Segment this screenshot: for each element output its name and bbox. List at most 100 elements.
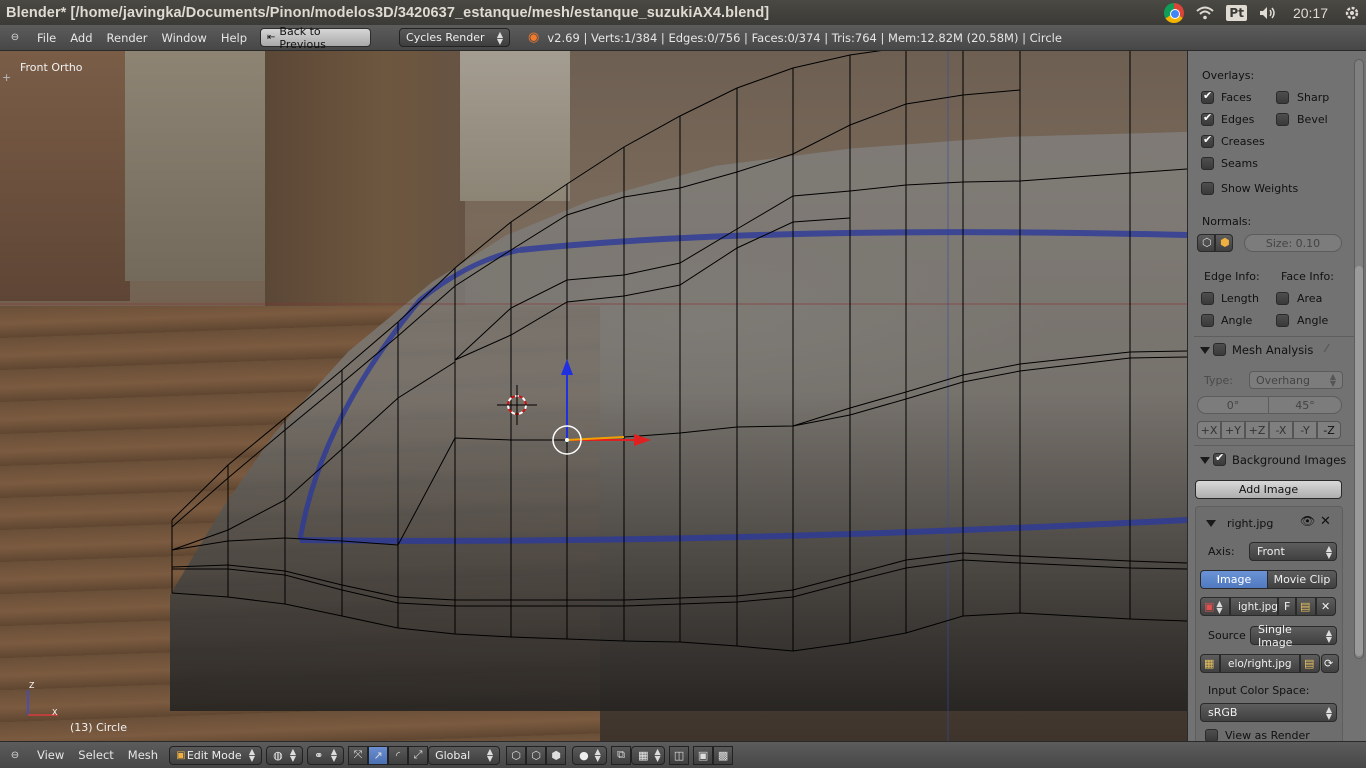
gear-icon[interactable]: [1344, 5, 1360, 21]
axis-minus-z-button[interactable]: -Z: [1317, 421, 1341, 439]
keyboard-layout-badge[interactable]: Pt: [1226, 4, 1247, 21]
axis-plus-x-button[interactable]: +X: [1197, 421, 1221, 439]
view-as-render-checkbox[interactable]: [1205, 729, 1218, 741]
clock[interactable]: 20:17: [1283, 5, 1338, 21]
3d-viewport[interactable]: + Front Ortho Z X (13) Circle: [0, 51, 1187, 741]
vertex-normals-toggle[interactable]: ⬡: [1197, 234, 1215, 252]
plus-icon[interactable]: +: [2, 72, 12, 83]
show-weights-checkbox[interactable]: [1201, 182, 1214, 195]
selected-vertex[interactable]: [565, 438, 569, 442]
editor-type-menu[interactable]: ⊖: [0, 750, 30, 761]
overhang-max-field[interactable]: 45°: [1268, 396, 1342, 414]
edge-select-button[interactable]: ⬡: [526, 745, 547, 765]
chrome-tray-item[interactable]: [1158, 0, 1190, 25]
menu-file[interactable]: File: [30, 31, 63, 45]
normals-size-field[interactable]: Size: 0.10: [1244, 234, 1342, 252]
background-images-expand-icon[interactable]: [1200, 457, 1210, 464]
unlink-image-button[interactable]: ✕: [1316, 597, 1336, 616]
mesh-wireframe[interactable]: [0, 51, 1187, 741]
image-path-field[interactable]: elo/right.jpg: [1220, 654, 1300, 673]
axis-minus-y-button[interactable]: -Y: [1293, 421, 1317, 439]
editor-type-menu[interactable]: ⊖: [0, 32, 30, 43]
edge-angle-checkbox[interactable]: [1201, 314, 1214, 327]
viewport-shading-select[interactable]: ◍ ▲ ▼: [266, 745, 304, 765]
mesh-analysis-checkbox[interactable]: [1213, 343, 1226, 356]
source-select[interactable]: Single Image ▲ ▼: [1250, 623, 1337, 649]
power-tray-item[interactable]: [1338, 0, 1366, 25]
properties-panel[interactable]: Overlays: Faces Sharp Edges Bevel Crease…: [1187, 51, 1366, 741]
image-browse-button[interactable]: ▣ ▲ ▼: [1200, 597, 1230, 616]
mesh-analysis-type-select[interactable]: Overhang ▲ ▼: [1249, 371, 1343, 389]
manipulator-toggle[interactable]: ⤧: [348, 745, 369, 765]
axis-minus-x-button[interactable]: -X: [1269, 421, 1293, 439]
volume-tray-item[interactable]: [1253, 0, 1283, 25]
3d-cursor[interactable]: [497, 385, 537, 425]
creases-checkbox[interactable]: [1201, 133, 1214, 148]
proportional-edit-select[interactable]: ● ▲ ▼: [572, 745, 608, 765]
snap-element-select[interactable]: ▦ ▲ ▼: [631, 745, 666, 765]
updown-icon: ▲ ▼: [330, 747, 338, 763]
fake-user-toggle[interactable]: F: [1278, 597, 1296, 616]
edge-length-checkbox[interactable]: [1201, 292, 1214, 305]
overhang-min-field[interactable]: 0°: [1197, 396, 1269, 414]
sharp-checkbox[interactable]: [1276, 91, 1289, 104]
tab-image[interactable]: Image: [1200, 570, 1268, 589]
scale-button[interactable]: ⤢: [408, 745, 429, 765]
pack-image-button[interactable]: ▦: [1200, 654, 1220, 673]
menu-add[interactable]: Add: [63, 31, 99, 45]
render-engine-select[interactable]: Cycles Render ▲ ▼: [399, 28, 511, 47]
face-area-checkbox[interactable]: [1276, 292, 1289, 305]
close-icon[interactable]: ✕: [1320, 514, 1331, 529]
axis-plus-z-button[interactable]: +Z: [1245, 421, 1269, 439]
pivot-point-select[interactable]: ⚭ ▲ ▼: [307, 745, 345, 765]
chrome-icon[interactable]: [1164, 2, 1185, 23]
back-to-previous-button[interactable]: ⇤ Back to Previous: [260, 25, 372, 51]
z-manipulator-arrow[interactable]: [561, 359, 573, 375]
seams-checkbox[interactable]: [1201, 157, 1214, 170]
bevel-checkbox[interactable]: [1276, 113, 1289, 126]
face-angle-checkbox[interactable]: [1276, 314, 1289, 327]
render-still-button[interactable]: ▣: [693, 745, 714, 765]
axis-plus-y-button[interactable]: +Y: [1221, 421, 1245, 439]
wifi-icon[interactable]: [1196, 6, 1215, 20]
axis-select[interactable]: Front ▲ ▼: [1249, 542, 1337, 561]
snap-toggle[interactable]: ⧉: [611, 745, 632, 765]
menu-mesh[interactable]: Mesh: [121, 748, 165, 762]
browse-path-button[interactable]: ▤: [1300, 654, 1320, 673]
mesh-analysis-expand-icon[interactable]: [1200, 347, 1210, 354]
color-space-select[interactable]: sRGB ▲ ▼: [1200, 703, 1337, 722]
face-normals-toggle[interactable]: ⬢: [1215, 234, 1233, 252]
view3d-editor-icon[interactable]: ⊖: [11, 750, 19, 761]
opengl-render-button[interactable]: ◫: [669, 745, 690, 765]
image-expand-icon[interactable]: [1206, 520, 1216, 527]
tab-movie-clip[interactable]: Movie Clip: [1267, 570, 1337, 589]
mode-select[interactable]: ▣ Edit Mode ▲ ▼: [169, 745, 263, 765]
vertex-select-button[interactable]: ⬡: [506, 745, 527, 765]
open-image-button[interactable]: ▤: [1296, 597, 1316, 616]
faces-checkbox[interactable]: [1201, 89, 1214, 104]
face-select-button[interactable]: ⬢: [546, 745, 567, 765]
info-editor-icon[interactable]: ⊖: [11, 32, 19, 43]
menu-select[interactable]: Select: [71, 748, 120, 762]
menu-help[interactable]: Help: [214, 31, 254, 45]
background-images-checkbox[interactable]: [1213, 451, 1226, 466]
eye-icon[interactable]: 👁: [1300, 514, 1315, 528]
image-name[interactable]: right.jpg: [1227, 517, 1273, 530]
add-image-button[interactable]: Add Image: [1195, 480, 1342, 499]
translate-button[interactable]: ↗: [368, 745, 389, 765]
rotate-button[interactable]: ◜: [388, 745, 409, 765]
keyboard-tray-item[interactable]: Pt: [1220, 0, 1253, 25]
edges-checkbox[interactable]: [1201, 111, 1214, 126]
mesh-analysis-title[interactable]: Mesh Analysis: [1232, 343, 1313, 357]
menu-view[interactable]: View: [30, 748, 71, 762]
reload-image-button[interactable]: ⟳: [1321, 654, 1339, 673]
menu-window[interactable]: Window: [154, 31, 213, 45]
menu-render[interactable]: Render: [100, 31, 155, 45]
image-file-field[interactable]: ight.jpg: [1230, 597, 1278, 616]
background-images-title[interactable]: Background Images: [1232, 453, 1346, 467]
transform-orientation-select[interactable]: Global ▲ ▼: [428, 745, 501, 765]
wifi-tray-item[interactable]: [1190, 0, 1220, 25]
panel-scroll-thumb[interactable]: [1355, 266, 1363, 656]
render-animation-button[interactable]: ▩: [713, 745, 734, 765]
volume-icon[interactable]: [1259, 6, 1277, 20]
